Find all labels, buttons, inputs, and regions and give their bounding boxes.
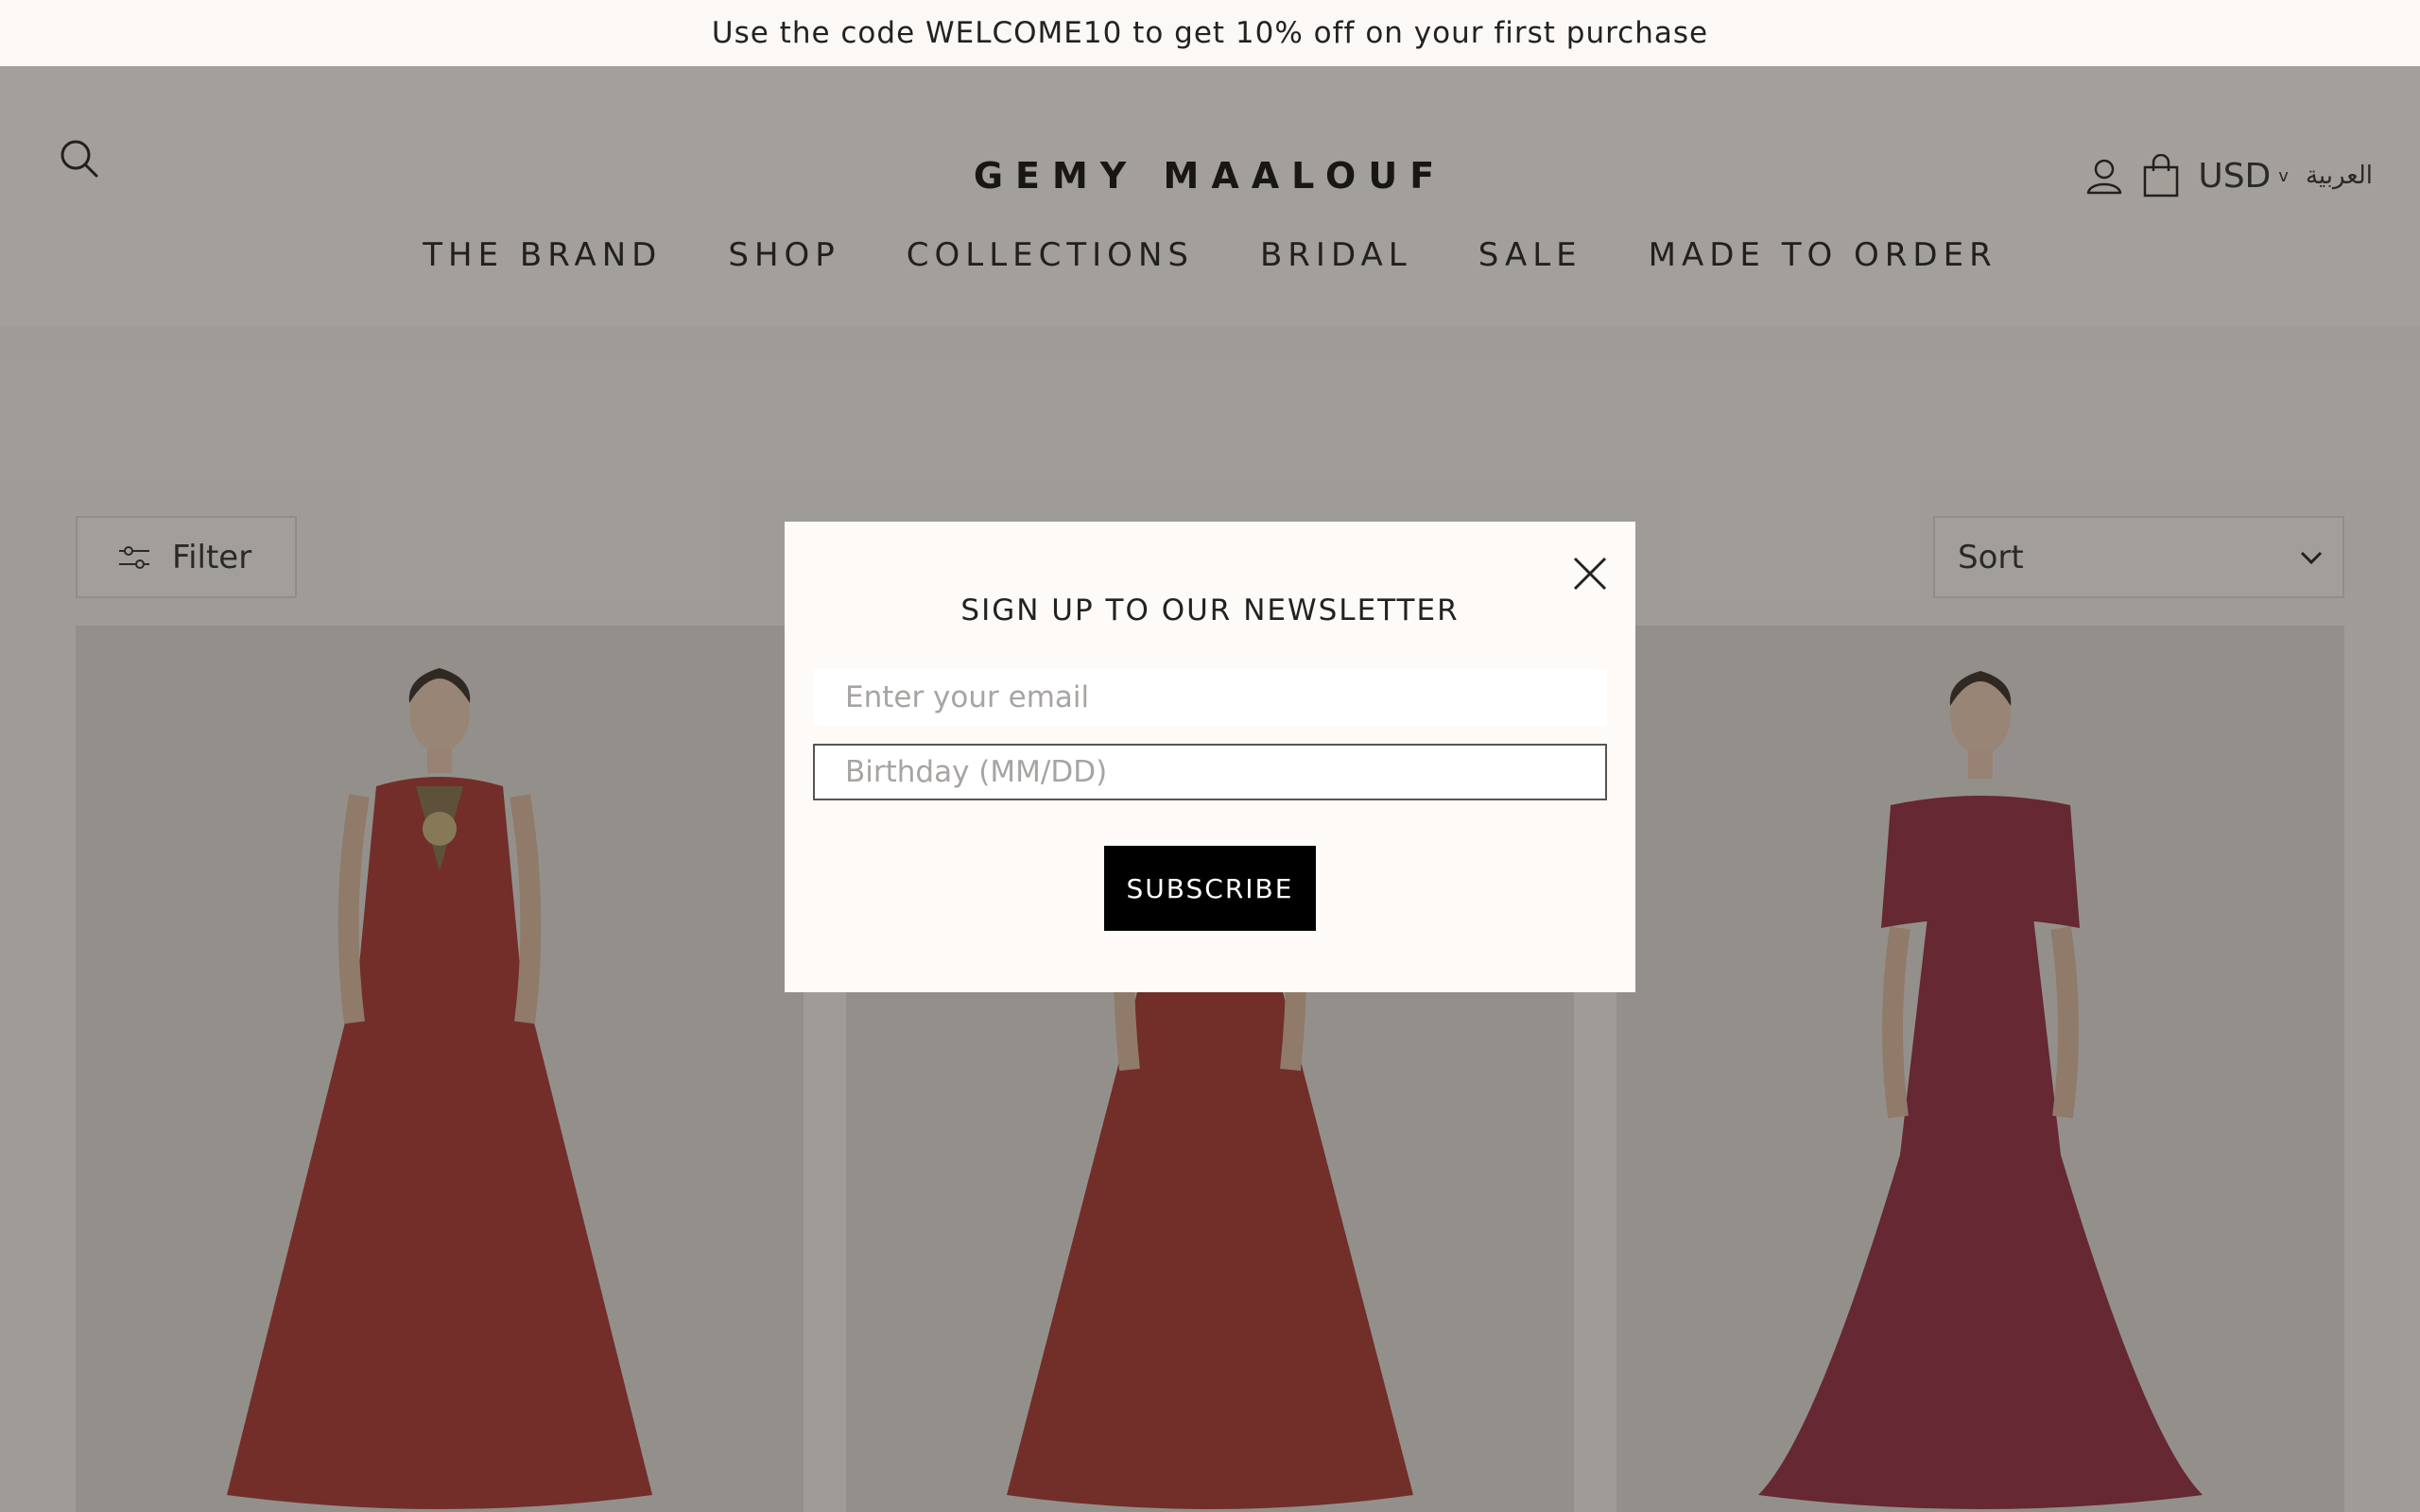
announcement-bar: Use the code WELCOME10 to get 10% off on… <box>0 0 2420 66</box>
newsletter-modal: SIGN UP TO OUR NEWSLETTER SUBSCRIBE <box>785 522 1635 992</box>
newsletter-title: SIGN UP TO OUR NEWSLETTER <box>960 593 1460 627</box>
birthday-field[interactable] <box>813 744 1607 800</box>
email-field[interactable] <box>813 669 1607 726</box>
close-button[interactable] <box>1566 550 1614 597</box>
subscribe-button[interactable]: SUBSCRIBE <box>1104 846 1316 931</box>
close-icon <box>1573 557 1607 591</box>
